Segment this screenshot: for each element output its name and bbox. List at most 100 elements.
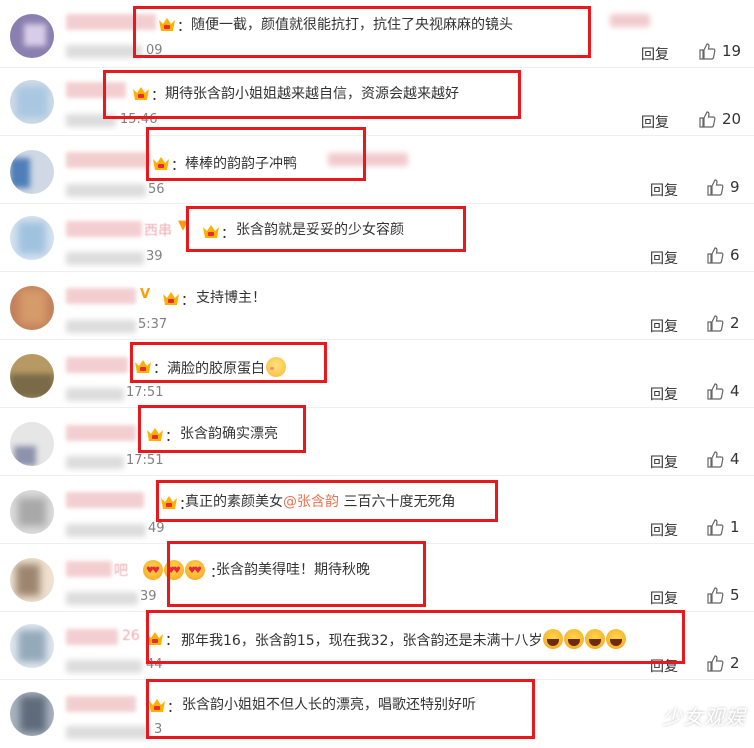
comment-time: 56 [148, 182, 165, 197]
avatar-fill [18, 630, 46, 662]
avatar[interactable] [10, 286, 54, 330]
username-suffix: 26 [122, 628, 140, 644]
comment-row: ： 真正的素颜美女@张含韵 三百六十度无死角 49 回复 1 [0, 476, 754, 544]
username[interactable] [66, 492, 144, 508]
reply-button[interactable]: 回复 [650, 384, 678, 404]
colon: ： [165, 429, 179, 445]
username[interactable] [66, 221, 142, 237]
thumbs-up-icon[interactable] [706, 382, 724, 400]
avatar[interactable] [10, 354, 54, 398]
thumbs-up-icon[interactable] [706, 178, 724, 196]
avatar-fill [16, 86, 48, 118]
comment-text-body: 满脸的胶原蛋白 [167, 361, 265, 377]
shy-emoji-icon [266, 357, 286, 377]
avatar[interactable] [10, 624, 54, 668]
reply-button[interactable]: 回复 [650, 316, 678, 336]
vip-crown-icon [146, 426, 164, 442]
time-blur [66, 524, 146, 537]
comment-time: 17:51 [126, 385, 164, 400]
comment-row: ： 满脸的胶原蛋白 17:51 回复 4 [0, 340, 754, 408]
comment-text: 棒棒的韵韵子冲鸭 [185, 156, 297, 172]
thumbs-up-icon[interactable] [706, 654, 724, 672]
colon: ： [153, 361, 167, 377]
time-blur [66, 184, 146, 197]
like-count: 9 [730, 178, 740, 196]
username-suffix: 吧 [114, 563, 128, 579]
comment-text: 支持博主！ [196, 290, 266, 306]
colon: ： [151, 88, 165, 104]
username[interactable] [66, 696, 136, 712]
time-blur [66, 114, 116, 127]
like-count: 1 [730, 518, 740, 536]
comment-text: 张含韵美得哇！期待秋晚 [216, 562, 370, 578]
like-count: 5 [730, 586, 740, 604]
thumbs-up-icon[interactable] [706, 518, 724, 536]
username[interactable] [66, 288, 136, 304]
mention-link[interactable]: @张含韵 [283, 494, 339, 510]
like-count: 6 [730, 246, 740, 264]
comment-time: 44 [146, 657, 163, 672]
thumbs-up-icon[interactable] [706, 314, 724, 332]
vip-crown-icon [146, 630, 164, 646]
verified-v-icon: ▼ [178, 218, 188, 233]
colon: ： [221, 226, 235, 242]
reply-button[interactable]: 回复 [650, 248, 678, 268]
avatar[interactable] [10, 558, 54, 602]
comment-time: 49 [148, 521, 165, 536]
avatar-fill [16, 564, 40, 596]
avatar[interactable] [10, 422, 54, 466]
avatar[interactable] [10, 216, 54, 260]
vip-crown-icon [162, 290, 180, 306]
avatar-fill [10, 158, 30, 188]
comment-row: 西串 ▼ ： 张含韵就是妥妥的少女容颜 39 回复 6 [0, 204, 754, 272]
username[interactable] [66, 357, 128, 373]
username-suffix: 西串 [144, 223, 172, 239]
reply-button[interactable]: 回复 [650, 180, 678, 200]
colon: ： [171, 158, 185, 174]
comment-row: ： 张含韵小姐姐不但人长的漂亮，唱歌还特别好听 3 [0, 680, 754, 748]
username[interactable] [66, 629, 118, 645]
comment-text-before: 真正的素颜美女 [185, 494, 283, 510]
like-count: 2 [730, 314, 740, 332]
avatar-fill [10, 374, 54, 398]
comment-row: 吧 ： 张含韵美得哇！期待秋晚 39 回复 5 [0, 544, 754, 612]
reply-button[interactable]: 回复 [641, 44, 669, 64]
avatar[interactable] [10, 150, 54, 194]
avatar[interactable] [10, 14, 54, 58]
thumbs-up-icon[interactable] [706, 586, 724, 604]
username[interactable] [66, 82, 126, 98]
like-count: 20 [722, 110, 742, 128]
vip-crown-icon [148, 697, 166, 713]
colon: ： [181, 293, 195, 309]
thumbs-up-icon[interactable] [698, 110, 716, 128]
reply-button[interactable]: 回复 [641, 112, 669, 132]
thumbs-up-icon[interactable] [706, 246, 724, 264]
comment-row: 26 ： 那年我16，张含韵15，现在我32，张含韵还是未满十八岁 44 回复 … [0, 612, 754, 680]
comment-text: 张含韵小姐姐不但人长的漂亮，唱歌还特别好听 [182, 697, 476, 713]
comment-time: 39 [140, 589, 157, 604]
heart-eyes-emoji-icon [143, 560, 163, 580]
reply-button[interactable]: 回复 [650, 520, 678, 540]
username[interactable] [66, 152, 150, 168]
thumbs-up-icon[interactable] [698, 42, 716, 60]
reply-button[interactable]: 回复 [650, 452, 678, 472]
comment-row: V ： 支持博主！ 5:37 回复 2 [0, 272, 754, 340]
time-blur [66, 252, 144, 265]
avatar-fill [14, 446, 36, 466]
avatar[interactable] [10, 80, 54, 124]
reply-button[interactable]: 回复 [650, 588, 678, 608]
reply-button[interactable]: 回复 [650, 656, 678, 676]
time-blur [66, 726, 150, 739]
thumbs-up-icon[interactable] [706, 450, 724, 468]
avatar-fill [20, 696, 46, 732]
username[interactable] [66, 14, 156, 30]
avatar-fill [18, 222, 46, 254]
username[interactable] [66, 561, 112, 577]
comment-text: 满脸的胶原蛋白 [167, 357, 286, 378]
avatar[interactable] [10, 490, 54, 534]
vip-crown-icon [152, 155, 170, 171]
avatar[interactable] [10, 692, 54, 736]
name-blur [328, 153, 408, 166]
username[interactable] [66, 425, 136, 441]
comment-time: 3 [154, 722, 163, 737]
